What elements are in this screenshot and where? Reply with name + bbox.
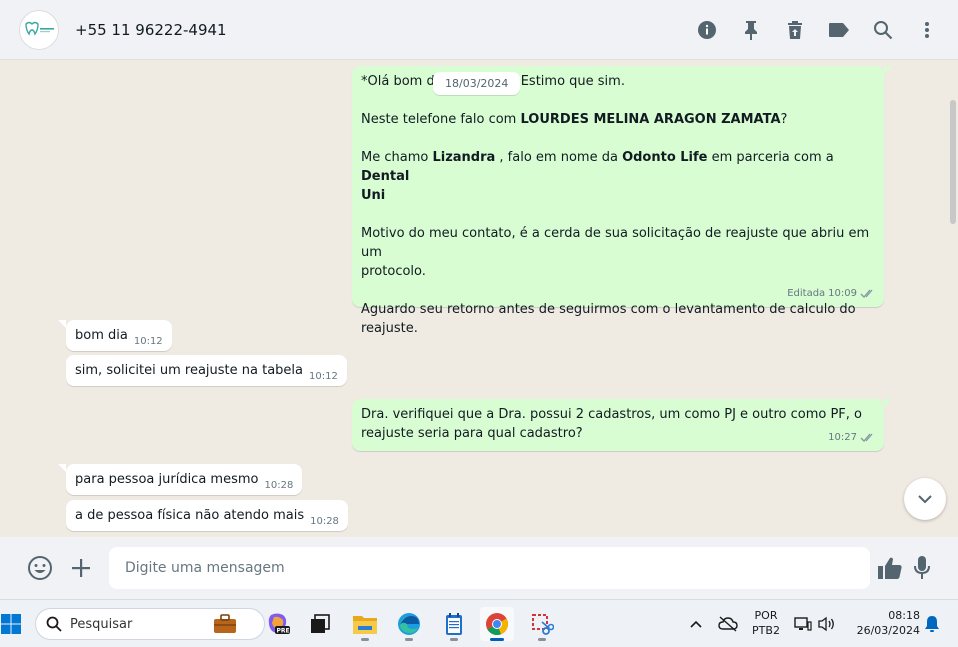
briefcase-icon — [214, 614, 236, 633]
emoji-icon — [28, 556, 52, 580]
chat-scrollbar[interactable] — [950, 100, 956, 224]
thumbs-up-icon — [878, 557, 902, 579]
message-input[interactable] — [109, 547, 870, 589]
message-bubble-outgoing[interactable]: Dra. verifiquei que a Dra. possui 2 cada… — [352, 399, 884, 451]
onedrive-tray[interactable] — [711, 607, 745, 641]
bubble-tail — [884, 399, 892, 407]
message-time: 10:12 — [133, 336, 163, 347]
scroll-to-bottom-button[interactable] — [904, 478, 946, 520]
edge-app[interactable] — [392, 607, 426, 641]
start-button[interactable] — [0, 607, 28, 641]
clock-time: 08:18 — [888, 609, 920, 622]
message-time: 10:27 — [828, 432, 857, 443]
thumbs-up-button[interactable] — [876, 554, 904, 582]
attach-button[interactable] — [67, 554, 95, 582]
pin-icon[interactable] — [740, 19, 762, 41]
cloud-offline-icon — [718, 616, 738, 632]
running-indicator — [538, 638, 546, 641]
contact-avatar[interactable] — [19, 9, 59, 50]
emoji-button[interactable] — [26, 554, 54, 582]
message-meta: Editada 10:09 — [787, 284, 876, 303]
message-bubble-incoming[interactable]: a de pessoa física não atendo mais 10:28 — [66, 500, 348, 531]
odonto-logo-icon — [25, 21, 54, 36]
copilot-app[interactable]: PRE — [261, 607, 295, 641]
taskbar-search[interactable]: Pesquisar — [35, 608, 265, 640]
message-line: Dra. verifiquei que a Dra. possui 2 cada… — [361, 407, 862, 422]
message-time: 10:28 — [264, 480, 294, 491]
message-meta: 10:27 — [828, 428, 876, 447]
message-line: Motivo do meu contato, é a cerda de sua … — [361, 226, 870, 260]
windows-taskbar: Pesquisar PRE POR PTB2 08:18 26/03/2024 — [0, 599, 958, 647]
label-icon[interactable] — [828, 19, 850, 41]
running-indicator — [490, 638, 504, 641]
task-view-icon — [311, 614, 330, 633]
message-bubble-incoming[interactable]: para pessoa jurídica mesmo 10:28 — [66, 464, 303, 495]
read-ticks-icon — [860, 433, 873, 442]
running-indicator — [450, 638, 458, 641]
notepad-icon — [446, 613, 462, 635]
edited-label: Editada — [787, 288, 826, 299]
clock-date: 26/03/2024 — [856, 624, 920, 637]
message-list: *Olá bom d Estimo que sim. Neste telefone… — [0, 60, 946, 537]
language-indicator[interactable]: POR PTB2 — [750, 608, 782, 638]
message-line: protocolo. — [361, 264, 426, 279]
bell-icon — [925, 616, 939, 632]
menu-icon[interactable] — [916, 19, 938, 41]
notifications-button[interactable] — [915, 607, 949, 641]
plus-icon — [72, 559, 90, 577]
search-label: Pesquisar — [70, 616, 133, 632]
folder-icon — [353, 616, 377, 634]
message-line: reajuste. — [361, 321, 418, 336]
bubble-tail — [884, 66, 892, 74]
message-time: 10:12 — [309, 371, 338, 382]
contact-name[interactable]: +55 11 96222-4941 — [75, 21, 227, 39]
chrome-icon — [486, 613, 508, 635]
message-text: a de pessoa física não atendo mais — [75, 508, 305, 523]
search-icon[interactable] — [872, 19, 894, 41]
svg-text:PRE: PRE — [277, 628, 290, 635]
chat-area[interactable]: *Olá bom d Estimo que sim. Neste telefone… — [0, 60, 958, 537]
snipping-tool-icon — [532, 614, 554, 635]
message-bubble-incoming[interactable]: sim, solicitei um reajuste na tabela 10:1… — [66, 355, 347, 386]
info-icon[interactable] — [696, 19, 718, 41]
delete-icon[interactable] — [784, 19, 806, 41]
date-chip: 18/03/2024 — [433, 72, 521, 95]
microphone-icon — [914, 556, 930, 579]
file-explorer-app[interactable] — [348, 607, 382, 641]
snipping-tool-app[interactable] — [525, 607, 559, 641]
bubble-tail — [58, 320, 66, 328]
chat-header: +55 11 96222-4941 — [0, 0, 958, 60]
read-ticks-icon — [860, 289, 873, 298]
microphone-button[interactable] — [908, 554, 936, 582]
message-line: reajuste seria para qual cadastro? — [361, 426, 583, 441]
message-line: Uni — [361, 188, 386, 203]
message-composer — [0, 537, 958, 599]
message-bubble-incoming[interactable]: bom dia 10:12 — [66, 320, 172, 351]
edge-icon — [398, 613, 420, 635]
clock[interactable]: 08:18 26/03/2024 — [848, 608, 920, 638]
bubble-tail — [58, 464, 66, 472]
message-line: Me chamo Lizandra , falo em nome da Odon… — [361, 150, 834, 184]
message-time: 10:28 — [310, 516, 339, 527]
message-text: para pessoa jurídica mesmo — [75, 472, 259, 487]
speaker-icon — [818, 616, 834, 632]
chevron-up-icon — [690, 620, 702, 628]
running-indicator — [405, 638, 413, 641]
volume-tray[interactable] — [810, 607, 844, 641]
message-text: bom dia — [75, 328, 128, 343]
message-bubble-outgoing[interactable]: *Olá bom d Estimo que sim. Neste telefone… — [352, 66, 884, 336]
show-hidden-icons-button[interactable] — [679, 607, 713, 641]
search-icon — [46, 616, 62, 632]
chevron-down-icon — [918, 495, 932, 504]
copilot-pre-icon: PRE — [268, 613, 290, 635]
running-indicator — [361, 638, 369, 641]
windows-icon — [1, 614, 21, 634]
message-line: Neste telefone falo com LOURDES MELINA A… — [361, 112, 788, 127]
notepad-app[interactable] — [437, 607, 471, 641]
chrome-app[interactable] — [480, 607, 514, 641]
task-view-app[interactable] — [303, 607, 337, 641]
message-text: sim, solicitei um reajuste na tabela — [75, 363, 304, 378]
message-time: 10:09 — [828, 288, 857, 299]
